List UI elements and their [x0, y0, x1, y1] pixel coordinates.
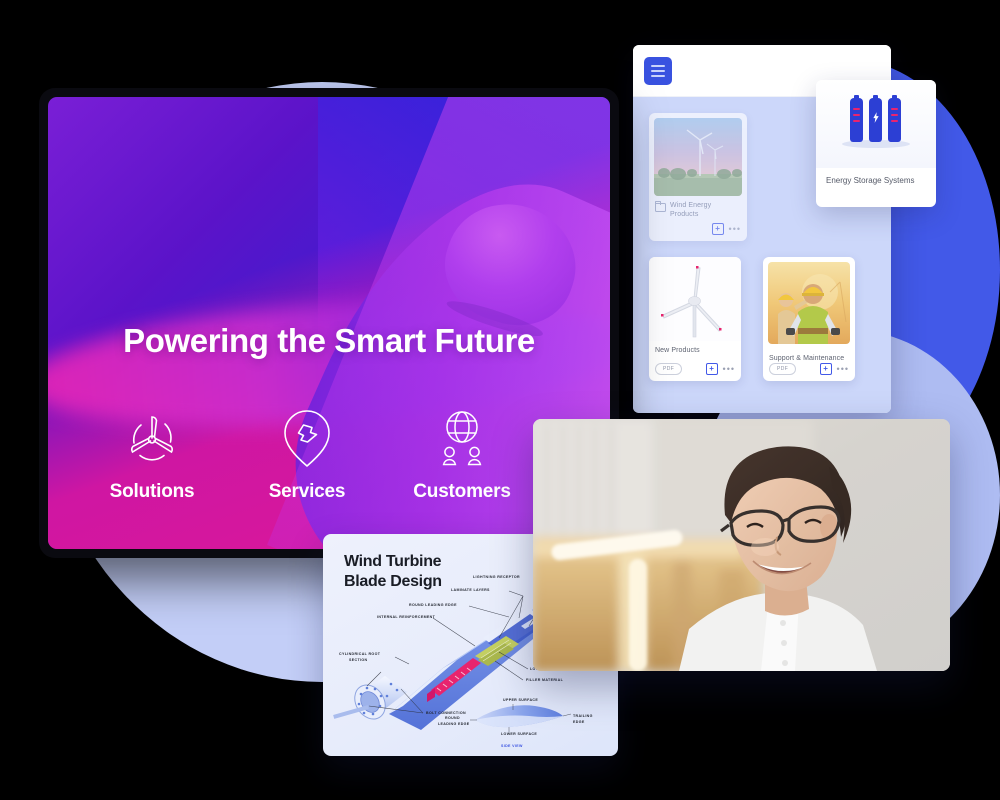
add-button[interactable]: + [819, 363, 832, 375]
card-meta: New Products [649, 341, 741, 355]
hero-item-solutions[interactable]: Solutions [92, 403, 212, 503]
label-lower-surface: LOWER SURFACE [501, 732, 538, 736]
hero-item-customers[interactable]: Customers [402, 403, 522, 503]
label-internal-reinforcement: INTERNAL REINFORCEMENT [377, 615, 436, 619]
field-technicians-sunset-illustration [768, 262, 850, 344]
card-meta: Support & Maintenance [763, 349, 855, 363]
label-cylindrical-root-section-line1: CYLINDRICAL ROOT [339, 652, 381, 656]
monitor-bezel: Powering the Smart Future Solutions Serv… [39, 88, 619, 558]
label-round-leading-edge-side-line2: LEADING EDGE [438, 722, 470, 726]
pdf-badge[interactable]: PDF [769, 363, 797, 375]
label-round-leading-edge: ROUND LEADING EDGE [409, 603, 457, 607]
hamburger-menu-icon[interactable] [644, 56, 672, 85]
portrait-photo-card [533, 419, 950, 671]
label-cylindrical-root-section-line2: SECTION [349, 658, 368, 662]
page-title: Powering the Smart Future [123, 322, 535, 359]
location-pin-lightning-icon [247, 403, 367, 477]
hero-label-services: Services [268, 481, 346, 502]
hero-label-solutions: Solutions [109, 481, 195, 502]
label-upper-surface: UPPER SURFACE [503, 698, 539, 702]
card-meta: Wind Energy Products [649, 196, 747, 219]
card-title: Support & Maintenance [769, 355, 845, 362]
more-options-icon[interactable]: ••• [723, 365, 735, 374]
card-title: New Products [655, 347, 700, 354]
hero-label-customers: Customers [413, 481, 511, 502]
hero-icon-row: Solutions Services Customers [92, 403, 522, 503]
wind-turbine-3d-render [649, 257, 741, 341]
add-button[interactable]: + [705, 363, 718, 375]
battery-cell-left [850, 95, 863, 142]
label-round-leading-edge-side-line1: ROUND [445, 716, 460, 720]
battery-cell-right [888, 95, 901, 142]
energy-card-title: Energy Storage Systems [826, 176, 915, 185]
card-title: Wind Energy Products [670, 202, 712, 218]
wind-turbine-rotor-icon [92, 403, 212, 477]
hero-screen: Powering the Smart Future Solutions Serv… [48, 97, 610, 549]
hero-item-services[interactable]: Services [247, 403, 367, 503]
label-trailing-edge-line1: TRAILING [573, 714, 593, 718]
label-side-view: SIDE VIEW [501, 744, 523, 748]
smiling-person-with-glasses-portrait [533, 419, 950, 671]
card-new-products[interactable]: New Products PDF + ••• [649, 257, 741, 381]
composition-stage: Wind Energy Products + ••• New Products … [0, 0, 1000, 800]
pdf-badge[interactable]: PDF [655, 363, 683, 375]
more-options-icon[interactable]: ••• [729, 225, 741, 234]
battery-cell-center [869, 95, 882, 142]
label-laminate-layers: LAMINATE LAYERS [451, 588, 490, 592]
wind-farm-sunset-photo [654, 118, 742, 196]
card-actions: + ••• [649, 223, 747, 235]
battery-cells-icon [816, 80, 936, 168]
card-wind-energy-products[interactable]: Wind Energy Products + ••• [649, 113, 747, 241]
card-energy-storage-systems[interactable]: Energy Storage Systems [816, 80, 936, 207]
card-actions: PDF + ••• [763, 363, 855, 375]
card-actions: PDF + ••• [649, 363, 741, 375]
more-options-icon[interactable]: ••• [837, 365, 849, 374]
label-filler-material: FILLER MATERIAL [526, 678, 564, 682]
label-trailing-edge-line2: EDGE [573, 720, 585, 724]
add-button[interactable]: + [711, 223, 724, 235]
globe-people-icon [402, 403, 522, 477]
card-support-maintenance[interactable]: Support & Maintenance PDF + ••• [763, 257, 855, 381]
label-lightning-receptor: LIGHTNING RECEPTOR [473, 575, 520, 579]
folder-icon [655, 201, 666, 212]
